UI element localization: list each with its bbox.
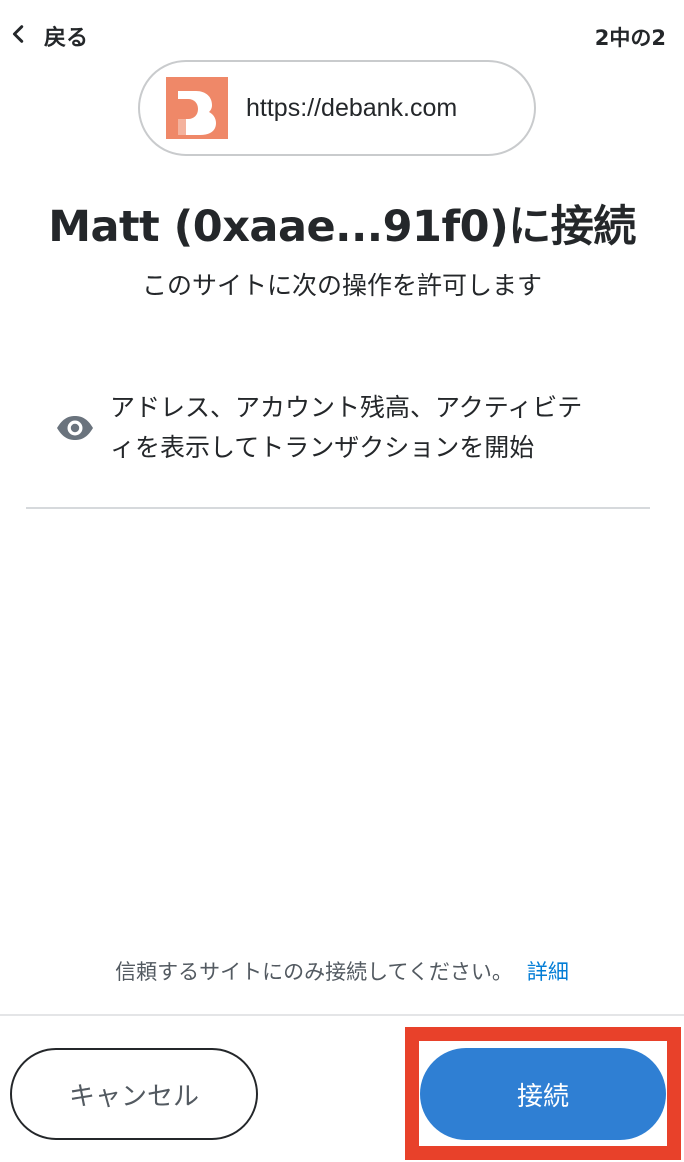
page-title: Matt (0xaae...91f0)に接続 xyxy=(48,202,636,252)
footer-divider xyxy=(0,1014,684,1016)
page-subtitle: このサイトに次の操作を許可します xyxy=(141,271,542,300)
trust-note: 信頼するサイトにのみ接続してください。 詳細 xyxy=(0,956,684,986)
permission-text-line-2: ィを表示してトランザクションを開始 xyxy=(110,433,535,462)
cancel-button[interactable]: キャンセル xyxy=(10,1048,258,1140)
chevron-left-icon xyxy=(8,23,30,49)
trust-note-text: 信頼するサイトにのみ接続してください。 xyxy=(115,960,513,984)
site-url: https://debank.com xyxy=(246,93,458,122)
debank-logo-icon xyxy=(166,77,228,139)
site-origin-pill: https://debank.com xyxy=(138,60,536,156)
back-button[interactable]: 戻る xyxy=(8,18,88,54)
permission-text-line-1: アドレス、アカウント残高、アクティビテ xyxy=(110,393,583,422)
step-indicator: 2中の2 xyxy=(594,26,666,50)
learn-more-link[interactable]: 詳細 xyxy=(527,960,569,984)
eye-icon xyxy=(56,409,94,447)
permission-item: アドレス、アカウント残高、アクティビテ ィを表示してトランザクションを開始 xyxy=(56,388,646,468)
back-label: 戻る xyxy=(44,26,89,51)
connect-button[interactable]: 接続 xyxy=(420,1048,666,1140)
section-divider xyxy=(26,507,650,509)
permission-text: アドレス、アカウント残高、アクティビテ ィを表示してトランザクションを開始 xyxy=(110,388,582,468)
